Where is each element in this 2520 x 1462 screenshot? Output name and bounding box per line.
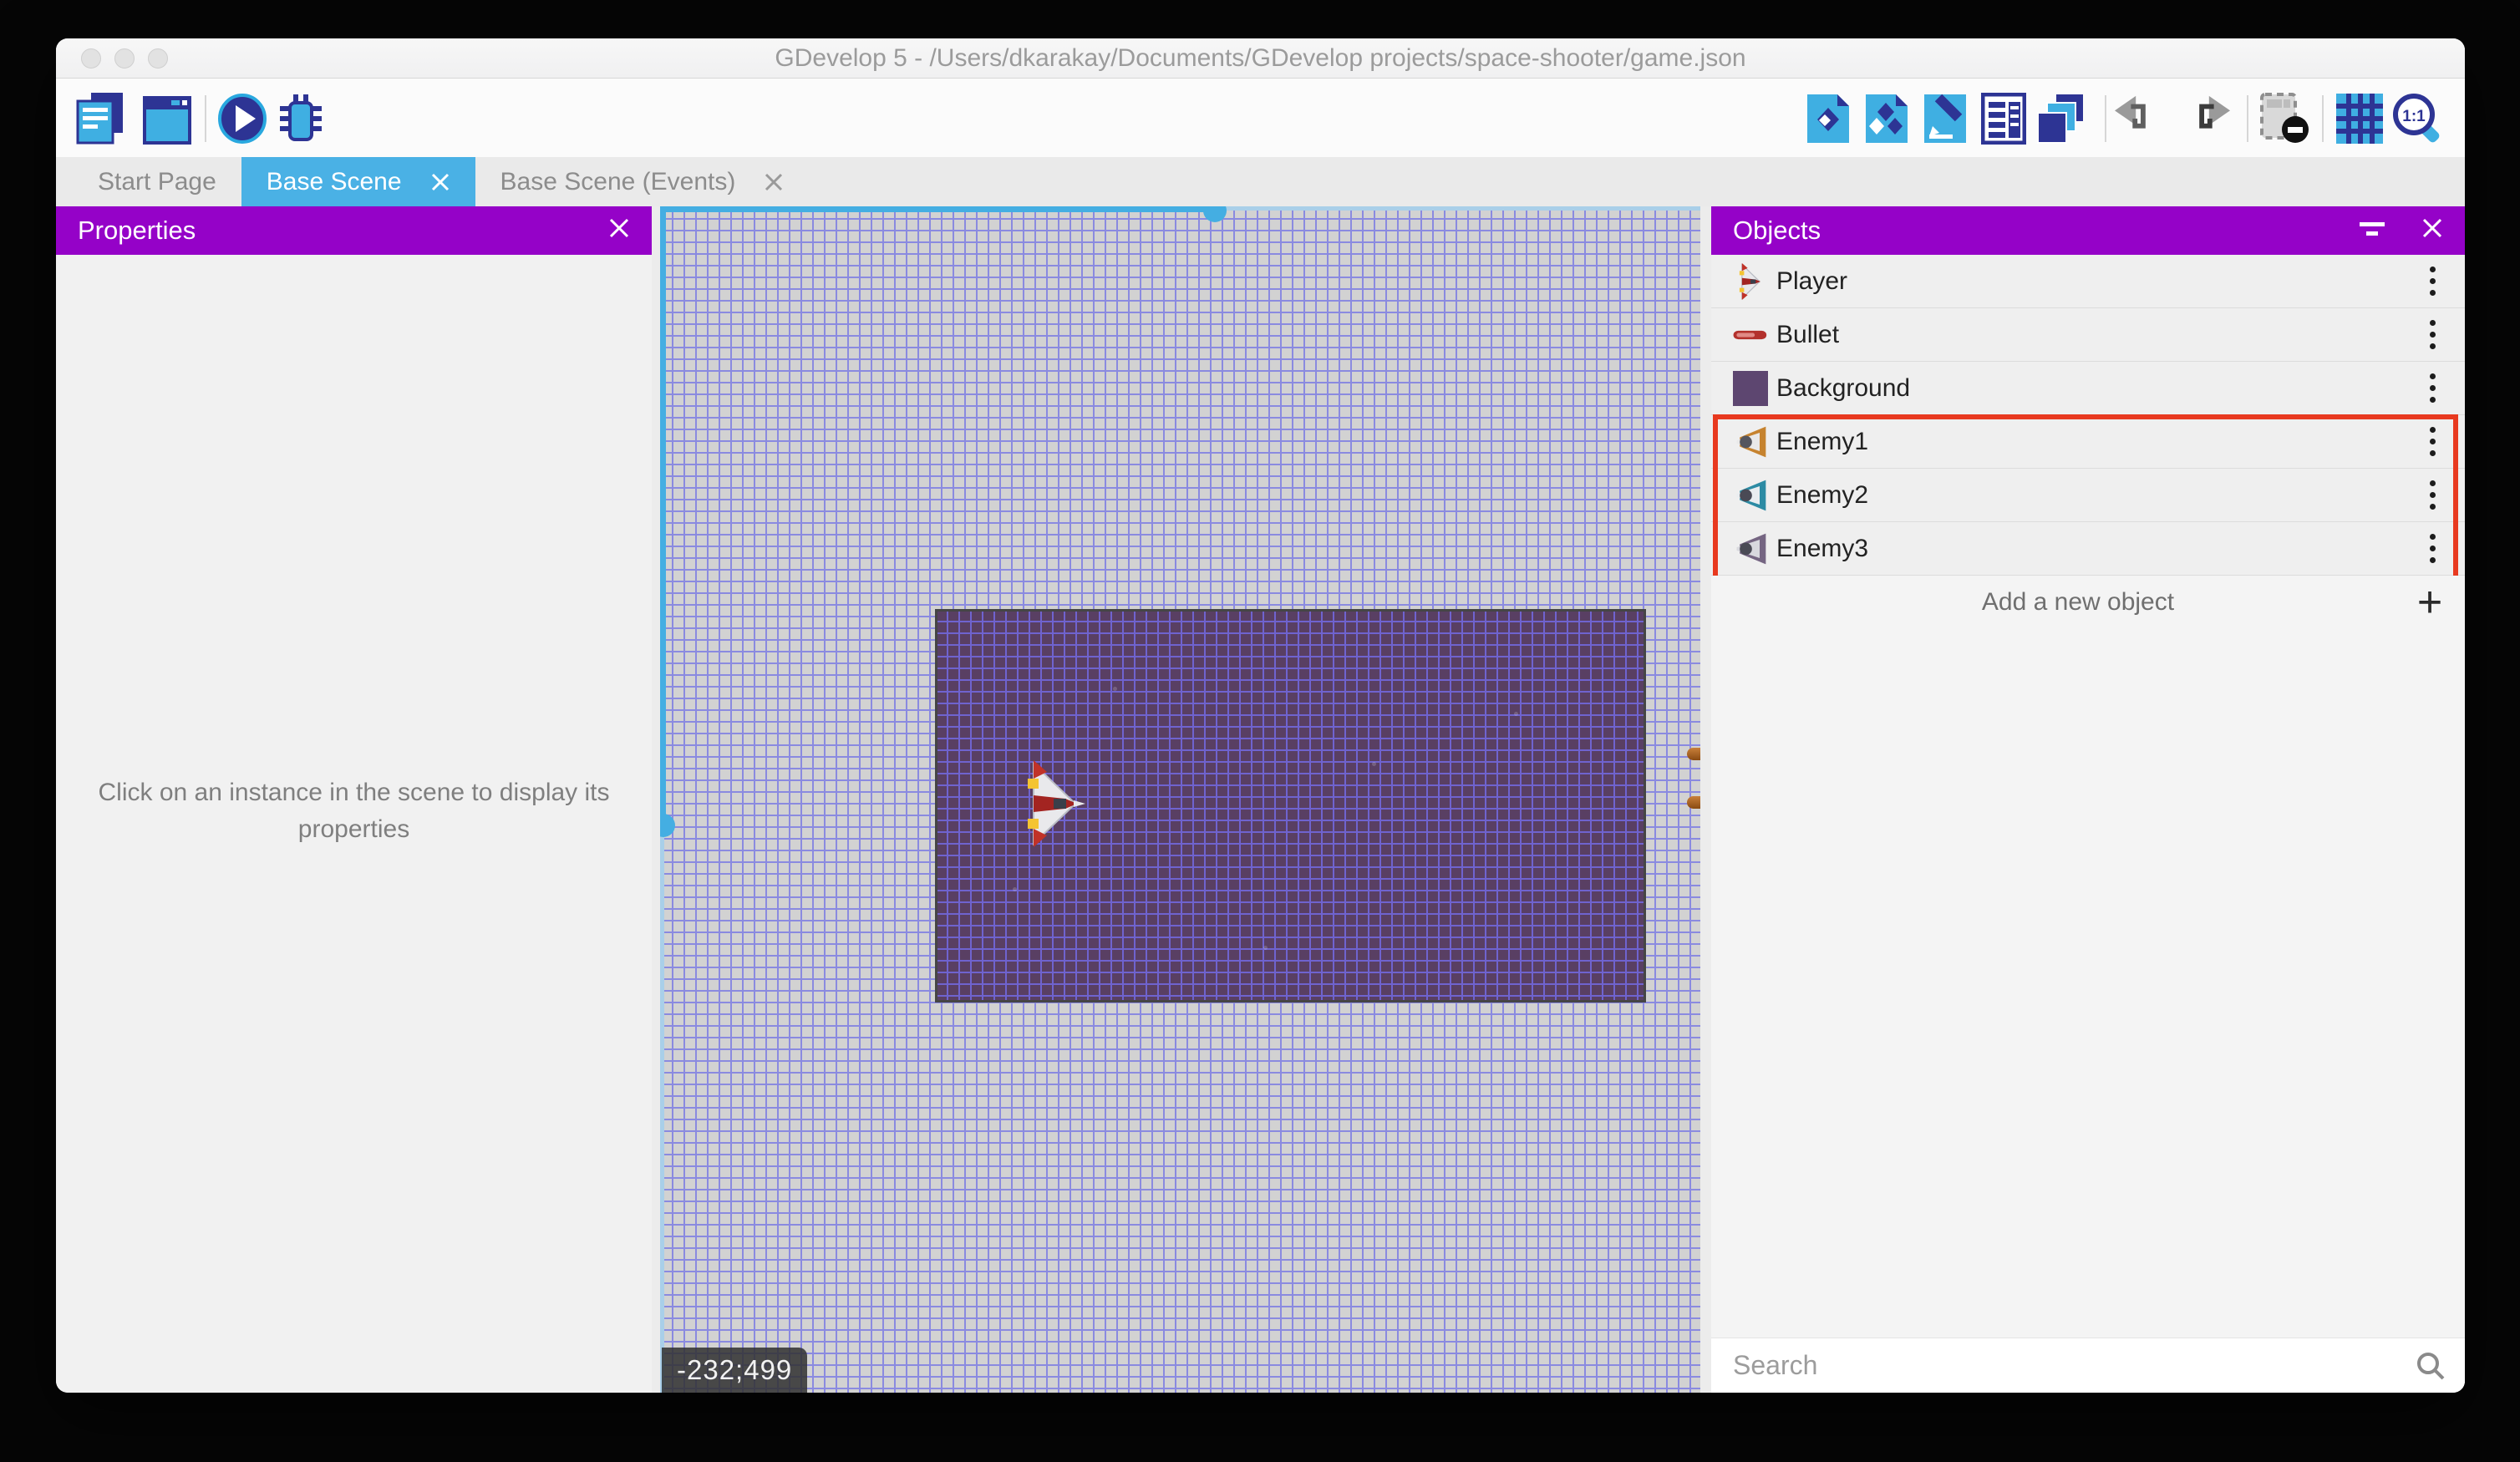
plus-icon[interactable]: + <box>2395 577 2465 627</box>
selection-handle-left[interactable] <box>660 814 675 837</box>
clipped-enemy-sprite[interactable] <box>1687 796 1700 809</box>
tab-label: Base Scene <box>267 168 402 196</box>
filter-icon[interactable] <box>2360 216 2385 246</box>
panel-gap <box>652 206 660 1393</box>
tab-base-scene[interactable]: Base Scene <box>241 157 475 206</box>
object-row-enemy1[interactable]: Enemy1 <box>1711 415 2465 469</box>
objects-search-bar <box>1711 1338 2465 1393</box>
object-menu-kebab-icon[interactable] <box>2406 373 2465 403</box>
object-label: Bullet <box>1776 321 2406 349</box>
project-manager-icon[interactable] <box>74 93 126 145</box>
debugger-bug-icon[interactable] <box>275 93 327 145</box>
properties-panel: Properties Click on an instance in the s… <box>56 206 652 1393</box>
window-title: GDevelop 5 - /Users/dkarakay/Documents/G… <box>56 38 2465 79</box>
properties-empty-message: Click on an instance in the scene to dis… <box>56 774 652 848</box>
tab-close-icon[interactable] <box>430 172 450 192</box>
object-label: Enemy3 <box>1776 535 2406 563</box>
selection-handle-top[interactable] <box>1203 206 1227 222</box>
object-groups-icon[interactable] <box>1861 93 1913 145</box>
clipped-enemy-sprite[interactable] <box>1687 748 1700 760</box>
object-row-enemy3[interactable]: Enemy3 <box>1711 522 2465 576</box>
tab-label: Start Page <box>98 168 216 196</box>
close-icon[interactable] <box>608 216 630 246</box>
objects-panel-title: Objects <box>1733 216 1821 246</box>
tab-bar: Start Page Base Scene Base Scene (Events) <box>56 157 2465 206</box>
objects-panel: Objects Player Bullet Background Enemy1 Enem… <box>1711 206 2465 1393</box>
objects-panel-header: Objects <box>1711 206 2465 255</box>
toolbar: 1:1 <box>56 79 2465 157</box>
add-object-row[interactable]: Add a new object + <box>1711 576 2465 629</box>
object-menu-kebab-icon[interactable] <box>2406 267 2465 296</box>
toolbar-separator <box>2105 95 2106 142</box>
main-content: Properties Click on an instance in the s… <box>56 206 2465 1393</box>
add-object-label: Add a new object <box>1711 588 2395 617</box>
panel-gap <box>1700 206 1711 1393</box>
instances-list-icon[interactable] <box>1978 93 2030 145</box>
properties-panel-title: Properties <box>78 216 196 246</box>
tab-close-icon[interactable] <box>764 172 784 192</box>
bullet-thumbnail-icon <box>1725 327 1776 343</box>
object-label: Enemy2 <box>1776 481 2406 510</box>
cursor-coordinates-badge: -232;499 <box>662 1348 807 1393</box>
player-ship-instance[interactable] <box>1022 760 1085 851</box>
object-menu-kebab-icon[interactable] <box>2406 320 2465 349</box>
toolbar-separator <box>2247 95 2248 142</box>
selection-border-top-faded <box>1225 206 1700 211</box>
close-icon[interactable] <box>2421 216 2443 246</box>
app-window: GDevelop 5 - /Users/dkarakay/Documents/G… <box>56 38 2465 1393</box>
selection-border-left <box>660 206 666 825</box>
zoom-1-1-icon[interactable]: 1:1 <box>2392 93 2444 145</box>
object-label: Background <box>1776 374 2406 403</box>
layers-icon[interactable] <box>2035 93 2086 145</box>
search-input[interactable] <box>1711 1349 2380 1382</box>
background-thumbnail-icon <box>1725 371 1776 406</box>
object-row-enemy2[interactable]: Enemy2 <box>1711 469 2465 522</box>
player-thumbnail-icon <box>1725 263 1776 300</box>
objects-editor-icon[interactable] <box>1802 93 1854 145</box>
object-label: Enemy1 <box>1776 428 2406 456</box>
undo-icon[interactable] <box>2115 93 2167 145</box>
selection-border-top <box>660 206 1225 212</box>
tab-start-page[interactable]: Start Page <box>73 157 241 206</box>
object-menu-kebab-icon[interactable] <box>2406 480 2465 510</box>
enemy3-thumbnail-icon <box>1725 530 1776 567</box>
object-menu-kebab-icon[interactable] <box>2406 427 2465 456</box>
grid-icon[interactable] <box>2334 93 2385 145</box>
enemy2-thumbnail-icon <box>1725 477 1776 514</box>
object-row-background[interactable]: Background <box>1711 362 2465 415</box>
title-bar: GDevelop 5 - /Users/dkarakay/Documents/G… <box>56 38 2465 79</box>
play-icon[interactable] <box>216 93 268 145</box>
objects-list: Player Bullet Background Enemy1 Enemy2 Enemy3 <box>1711 255 2465 576</box>
objects-panel-empty-area <box>1711 629 2465 1338</box>
object-row-player[interactable]: Player <box>1711 255 2465 308</box>
toolbar-separator <box>205 95 206 142</box>
svg-text:1:1: 1:1 <box>2402 108 2426 125</box>
object-row-bullet[interactable]: Bullet <box>1711 308 2465 362</box>
enemy1-thumbnail-icon <box>1725 424 1776 460</box>
scene-window-icon[interactable] <box>141 93 193 145</box>
redo-icon[interactable] <box>2178 93 2230 145</box>
tab-base-scene-events[interactable]: Base Scene (Events) <box>475 157 810 206</box>
selection-border-left-faded <box>660 825 664 1393</box>
object-menu-kebab-icon[interactable] <box>2406 534 2465 563</box>
tab-label: Base Scene (Events) <box>500 168 736 196</box>
object-label: Player <box>1776 267 2406 296</box>
search-icon[interactable] <box>2415 1350 2446 1386</box>
properties-pencil-icon[interactable] <box>1919 93 1971 145</box>
window-mask-icon[interactable] <box>2258 93 2310 145</box>
properties-panel-header: Properties <box>56 206 652 255</box>
toolbar-separator <box>2322 95 2324 142</box>
scene-canvas[interactable]: -232;499 <box>660 206 1700 1393</box>
